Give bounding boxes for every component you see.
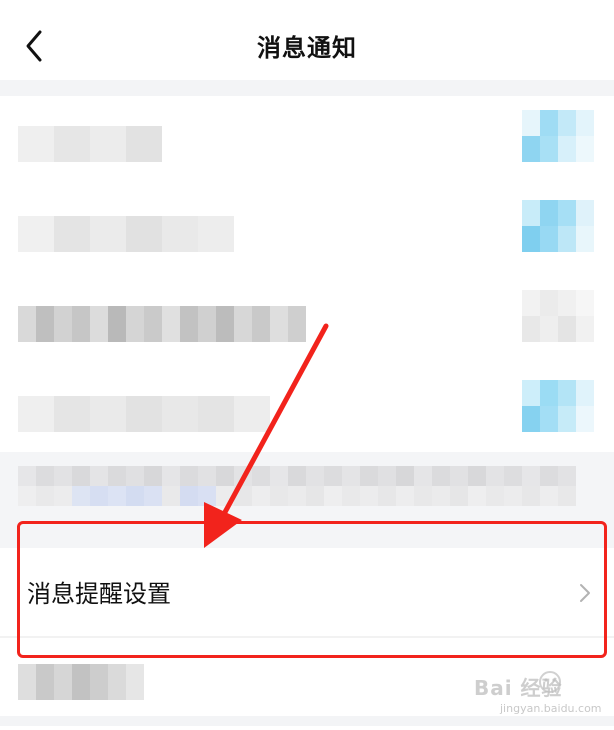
blurred-list-item[interactable] (18, 216, 234, 252)
section-divider (0, 80, 614, 96)
blurred-list-item[interactable] (18, 126, 162, 162)
blurred-toggle[interactable] (522, 200, 594, 252)
blurred-list-item[interactable] (18, 306, 306, 342)
blurred-list-item[interactable] (18, 396, 270, 432)
blurred-list-item[interactable] (18, 664, 144, 700)
watermark-url: jingyan.baidu.com (500, 702, 602, 715)
blurred-toggle[interactable] (522, 110, 594, 162)
blurred-description (18, 466, 576, 506)
header: 消息通知 (0, 0, 614, 86)
blurred-toggle[interactable] (522, 290, 594, 342)
watermark-brand: Bai 经验 (474, 676, 563, 700)
highlight-box (17, 521, 607, 658)
page-title: 消息通知 (257, 34, 357, 62)
blurred-toggle[interactable] (522, 380, 594, 432)
